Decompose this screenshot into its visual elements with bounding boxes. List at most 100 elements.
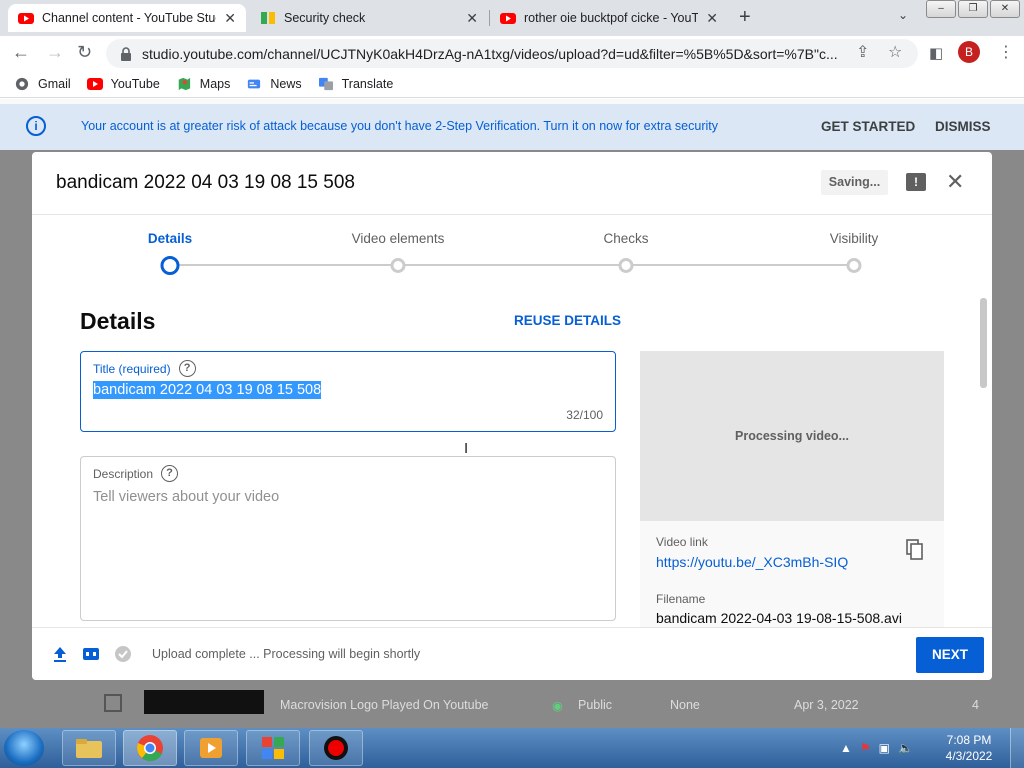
window-controls: – ❐ ✕ <box>926 0 1020 18</box>
section-title: Details <box>80 308 156 334</box>
close-icon[interactable]: ✕ <box>946 169 964 195</box>
restrictions-value: None <box>670 698 700 712</box>
stepper-track <box>178 264 854 266</box>
tab-youtube-video[interactable]: rother oie bucktpof cicke - YouTu ✕ <box>490 4 728 32</box>
maximize-button[interactable]: ❐ <box>958 0 988 18</box>
back-icon[interactable]: ← <box>12 42 30 63</box>
show-hidden-icons-icon[interactable]: ▲ <box>840 741 852 755</box>
bookmark-star-icon[interactable]: ☆ <box>888 42 902 62</box>
banner-message: Your account is at greater risk of attac… <box>81 119 718 133</box>
tab-label: Security check <box>284 11 366 25</box>
new-tab-button[interactable]: + <box>739 6 751 29</box>
step-dot-details <box>160 256 180 275</box>
bookmark-translate[interactable]: Translate <box>318 76 394 91</box>
dialog-header: bandicam 2022 04 03 19 08 15 508 Saving.… <box>32 152 992 215</box>
hd-icon <box>83 648 99 660</box>
step-dot-checks <box>618 258 634 273</box>
video-link-label: Video link <box>656 535 708 549</box>
tab-close-icon[interactable]: ✕ <box>706 10 718 27</box>
dialog-scrollbar[interactable] <box>980 298 987 388</box>
title-field[interactable]: Title (required) ? bandicam 2022 04 03 1… <box>80 351 616 432</box>
bookmark-label: Translate <box>341 76 394 91</box>
video-thumbnail <box>144 690 264 714</box>
help-icon[interactable]: ? <box>178 360 196 377</box>
tab-channel-content[interactable]: Channel content - YouTube Studi ✕ <box>8 4 246 32</box>
youtube-icon <box>18 13 34 24</box>
filename-label: Filename <box>656 592 706 606</box>
clock-time: 7:08 PM <box>946 733 992 747</box>
video-preview: Processing video... <box>640 351 944 521</box>
bookmark-label: YouTube <box>110 76 160 91</box>
url-text: studio.youtube.com/channel/UCJTNyK0akH4D… <box>142 45 838 62</box>
tab-close-icon[interactable]: ✕ <box>224 10 236 27</box>
bookmark-youtube[interactable]: YouTube <box>86 76 160 91</box>
security-icon <box>261 12 275 24</box>
volume-icon[interactable]: 🔈 <box>898 741 913 755</box>
start-button[interactable] <box>4 730 44 766</box>
title-field-label: Title (required) ? <box>93 360 196 377</box>
security-banner: i Your account is at greater risk of att… <box>0 104 1024 150</box>
clock-date: 4/3/2022 <box>945 749 993 763</box>
bookmark-news[interactable]: News <box>246 76 302 91</box>
feedback-icon[interactable]: ! <box>906 173 926 191</box>
help-icon[interactable]: ? <box>161 465 179 482</box>
description-field[interactable]: Description ? Tell viewers about your vi… <box>80 456 616 621</box>
share-icon[interactable]: ⇪ <box>856 42 869 62</box>
youtube-icon <box>500 13 516 24</box>
reuse-details-button[interactable]: REUSE DETAILS <box>514 313 621 328</box>
tab-security-check[interactable]: Security check ✕ <box>250 4 488 32</box>
sidepanel-icon[interactable]: ◧ <box>929 44 943 62</box>
chrome-taskbar-button[interactable] <box>123 730 177 766</box>
media-player-taskbar-button[interactable] <box>184 730 238 766</box>
copy-icon[interactable] <box>906 539 924 561</box>
bookmark-label: Maps <box>199 76 231 91</box>
minimize-button[interactable]: – <box>926 0 956 18</box>
app-taskbar-button[interactable] <box>246 730 300 766</box>
bookmark-maps[interactable]: Maps <box>176 76 231 91</box>
step-video-elements[interactable]: Video elements <box>352 231 445 246</box>
description-input[interactable]: Tell viewers about your video <box>93 489 279 505</box>
browser-toolbar: ← → ↻ studio.youtube.com/channel/UCJTNyK… <box>0 36 1024 70</box>
eye-icon: ◉ <box>552 699 563 713</box>
bookmark-gmail[interactable]: Gmail <box>14 77 71 91</box>
address-bar[interactable]: studio.youtube.com/channel/UCJTNyK0akH4D… <box>106 39 918 68</box>
bandicam-taskbar-button[interactable] <box>309 730 363 766</box>
tab-close-icon[interactable]: ✕ <box>466 10 478 27</box>
row-checkbox <box>104 694 122 712</box>
step-checks[interactable]: Checks <box>603 231 648 246</box>
google-icon <box>15 77 29 90</box>
upload-status: Upload complete ... Processing will begi… <box>152 647 421 661</box>
step-details[interactable]: Details <box>148 231 192 246</box>
next-button[interactable]: NEXT <box>916 637 984 673</box>
taskbar-clock[interactable]: 7:08 PM 4/3/2022 <box>935 732 1003 764</box>
translate-icon <box>318 77 333 90</box>
step-dot-video-elements <box>390 258 406 273</box>
title-input[interactable]: bandicam 2022 04 03 19 08 15 508 <box>93 381 322 399</box>
lock-icon <box>121 46 131 61</box>
chrome-icon <box>137 735 163 762</box>
explorer-taskbar-button[interactable] <box>62 730 116 766</box>
show-desktop-button[interactable] <box>1010 728 1024 768</box>
forward-icon[interactable]: → <box>46 42 64 63</box>
browser-tab-bar: Channel content - YouTube Studi ✕ Securi… <box>0 0 1024 36</box>
video-link[interactable]: https://youtu.be/_XC3mBh-SIQ <box>656 554 848 570</box>
bookmark-label: News <box>270 76 302 91</box>
media-player-icon <box>200 738 222 758</box>
checks-complete-icon <box>115 646 131 662</box>
tab-search-button[interactable]: ⌄ <box>898 8 908 22</box>
profile-avatar[interactable]: B <box>958 41 980 63</box>
dismiss-button[interactable]: DISMISS <box>935 119 991 134</box>
network-icon[interactable]: ▣ <box>879 741 890 755</box>
get-started-button[interactable]: GET STARTED <box>821 119 915 134</box>
step-visibility[interactable]: Visibility <box>830 231 879 246</box>
close-window-button[interactable]: ✕ <box>990 0 1020 18</box>
reload-icon[interactable]: ↻ <box>77 42 92 63</box>
action-center-icon[interactable]: ⚑ <box>860 741 871 755</box>
youtube-icon <box>86 77 103 90</box>
browser-menu-icon[interactable]: ⋮ <box>998 42 1014 62</box>
bookmarks-bar: Gmail YouTube Maps News Translate <box>0 70 1024 98</box>
maps-icon <box>178 77 190 90</box>
date-value: Apr 3, 2022 <box>794 698 859 712</box>
step-dot-visibility <box>846 258 862 273</box>
dialog-footer: Upload complete ... Processing will begi… <box>32 627 992 680</box>
